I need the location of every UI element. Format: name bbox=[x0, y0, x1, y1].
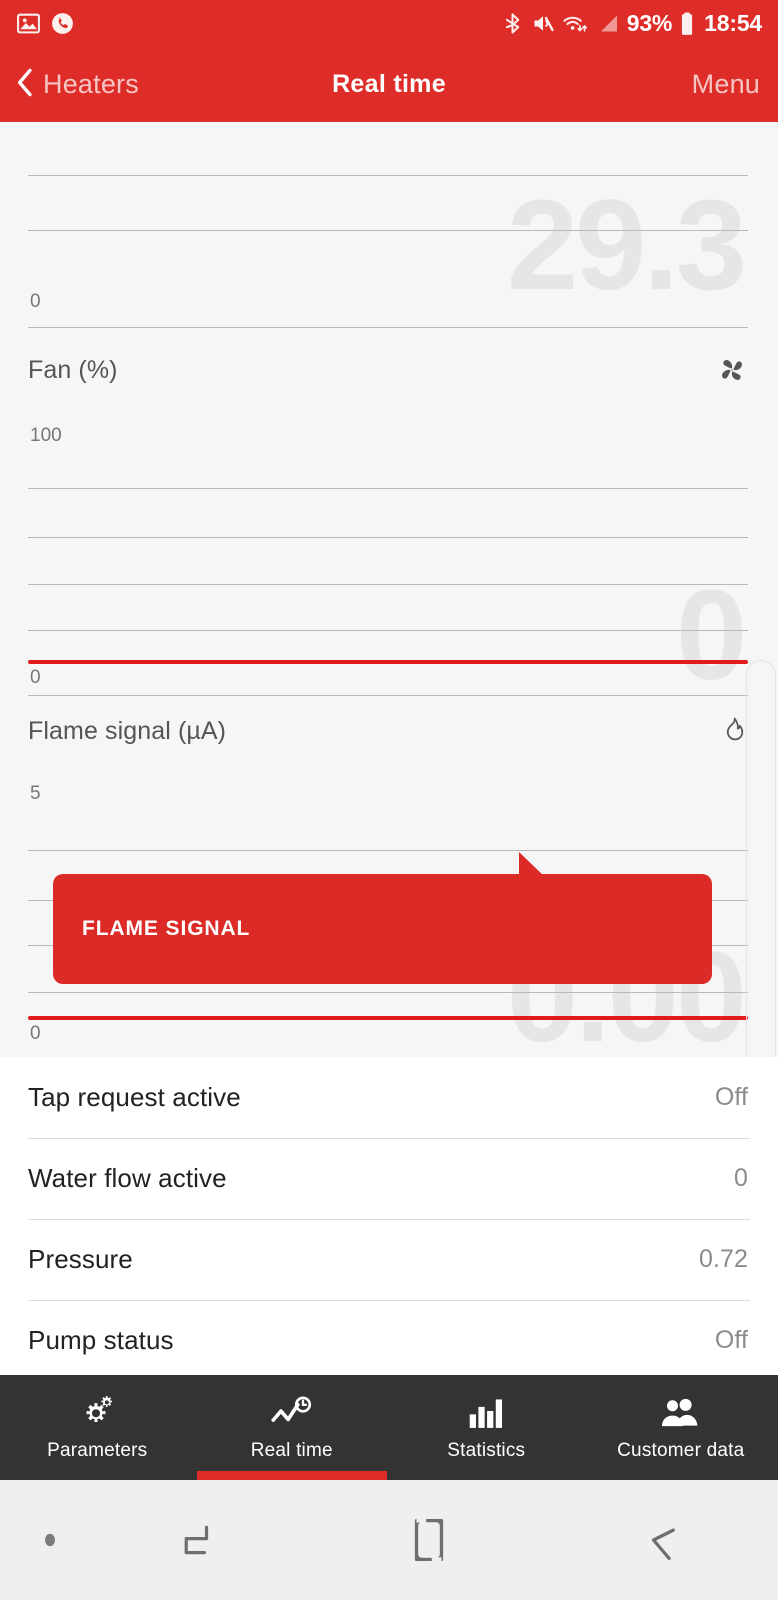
page-title: Real time bbox=[332, 70, 446, 98]
tab-label: Statistics bbox=[447, 1440, 526, 1461]
app-root: 93% 18:54 Heaters Real time Menu 29.3 0 … bbox=[0, 0, 778, 1600]
list-item[interactable]: Tap request active Off bbox=[0, 1057, 778, 1138]
realtime-chart-clock-icon bbox=[270, 1393, 314, 1433]
tab-statistics[interactable]: Statistics bbox=[389, 1375, 584, 1480]
temperature-chart[interactable]: 29.3 0 bbox=[0, 122, 778, 340]
row-value: 0 bbox=[733, 1164, 748, 1192]
flame-axis-label-5: 5 bbox=[30, 783, 41, 804]
fan-current-value: 0 bbox=[675, 564, 747, 707]
image-icon bbox=[16, 11, 41, 36]
flame-icon bbox=[720, 716, 748, 746]
fan-chart-header: Fan (%) bbox=[0, 340, 778, 400]
status-list: Tap request active Off Water flow active… bbox=[0, 1057, 778, 1375]
row-label: Water flow active bbox=[28, 1163, 227, 1193]
row-value: 0.72 bbox=[698, 1245, 748, 1273]
battery-percent-label: 93% bbox=[626, 10, 673, 36]
gridline bbox=[28, 488, 748, 489]
gears-icon bbox=[78, 1393, 116, 1433]
bottom-tab-bar: Parameters Real time Statistics Customer… bbox=[0, 1375, 778, 1480]
gridline bbox=[28, 630, 748, 631]
row-label: Pump status bbox=[28, 1325, 174, 1355]
flame-chart-header: Flame signal (µA) bbox=[0, 700, 778, 762]
list-item[interactable]: Water flow active 0 bbox=[0, 1138, 778, 1219]
scroll-content[interactable]: 29.3 0 Fan (%) 100 0 0 Flame signal (µA)… bbox=[0, 122, 778, 1375]
row-label: Pressure bbox=[28, 1244, 133, 1274]
people-icon bbox=[660, 1393, 702, 1433]
bar-chart-icon bbox=[467, 1393, 505, 1433]
temperature-axis-label-0: 0 bbox=[30, 291, 41, 312]
fan-chart[interactable]: 100 0 0 bbox=[0, 400, 778, 700]
active-tab-indicator bbox=[196, 1471, 387, 1480]
fan-chart-title: Fan (%) bbox=[28, 355, 118, 384]
status-bar-right-icons: 93% 18:54 bbox=[501, 11, 762, 37]
fan-axis-label-100: 100 bbox=[30, 425, 62, 446]
menu-button[interactable]: Menu bbox=[692, 47, 760, 122]
temperature-current-value: 29.3 bbox=[506, 174, 747, 317]
row-label: Tap request active bbox=[28, 1082, 241, 1112]
fan-icon bbox=[716, 354, 748, 386]
list-item[interactable]: Pump status Off bbox=[0, 1300, 778, 1375]
battery-icon bbox=[679, 11, 695, 37]
mute-icon bbox=[531, 11, 555, 36]
app-bar: Heaters Real time Menu bbox=[0, 47, 778, 122]
tab-parameters[interactable]: Parameters bbox=[0, 1375, 195, 1480]
tab-real-time[interactable]: Real time bbox=[195, 1375, 390, 1480]
gridline bbox=[28, 992, 748, 993]
tooltip-label: FLAME SIGNAL bbox=[82, 917, 251, 940]
bluetooth-icon bbox=[501, 11, 524, 36]
flame-axis-label-0: 0 bbox=[30, 1023, 41, 1044]
fan-axis-label-0: 0 bbox=[30, 667, 41, 688]
system-navigation-bar bbox=[0, 1480, 778, 1600]
fan-series-line bbox=[28, 660, 748, 664]
call-icon bbox=[50, 11, 75, 36]
list-item[interactable]: Pressure 0.72 bbox=[0, 1219, 778, 1300]
gridline bbox=[28, 584, 748, 585]
home-icon[interactable] bbox=[313, 1515, 546, 1565]
tab-customer-data[interactable]: Customer data bbox=[584, 1375, 778, 1480]
axis-baseline bbox=[28, 327, 748, 328]
back-icon[interactable] bbox=[545, 1516, 778, 1564]
tab-label: Real time bbox=[250, 1440, 333, 1461]
cellular-signal-icon bbox=[596, 11, 620, 36]
dot-indicator-icon[interactable] bbox=[20, 1530, 80, 1550]
gridline bbox=[28, 175, 748, 176]
status-bar-left-icons bbox=[16, 11, 75, 36]
status-bar: 93% 18:54 bbox=[0, 0, 778, 47]
wifi-icon bbox=[562, 11, 589, 36]
gridline bbox=[28, 850, 748, 851]
row-value: Off bbox=[714, 1083, 748, 1111]
gridline bbox=[28, 537, 748, 538]
fan-chart-block: Fan (%) 100 0 0 bbox=[0, 340, 778, 700]
flame-signal-tooltip[interactable]: FLAME SIGNAL bbox=[53, 874, 712, 984]
clock-label: 18:54 bbox=[704, 10, 762, 36]
tab-label: Parameters bbox=[47, 1440, 148, 1461]
axis-baseline bbox=[28, 695, 748, 696]
flame-chart-title: Flame signal (µA) bbox=[28, 716, 227, 745]
flame-series-line bbox=[28, 1016, 748, 1020]
row-value: Off bbox=[714, 1326, 748, 1354]
tab-label: Customer data bbox=[617, 1440, 745, 1461]
recents-icon[interactable] bbox=[80, 1517, 313, 1563]
gridline bbox=[28, 230, 748, 231]
